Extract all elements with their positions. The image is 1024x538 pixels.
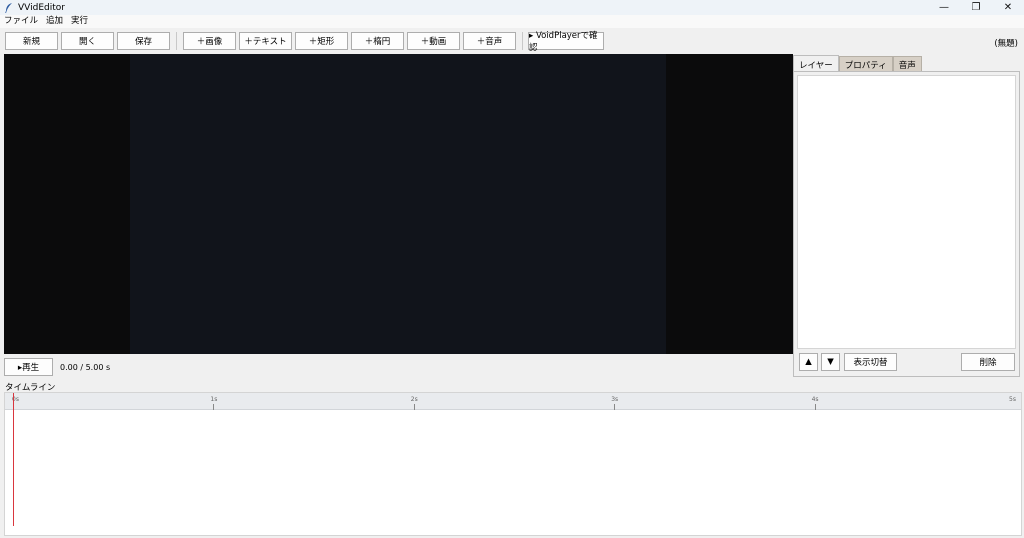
timeline-tick-label: 5s (1009, 396, 1016, 403)
toolbar-separator (176, 32, 177, 50)
layer-list[interactable] (797, 75, 1016, 349)
video-canvas[interactable] (130, 54, 666, 354)
minimize-button[interactable]: — (928, 0, 960, 15)
add-ellipse-button[interactable]: ＋楕円 (351, 32, 404, 50)
add-video-button[interactable]: ＋動画 (407, 32, 460, 50)
save-button[interactable]: 保存 (117, 32, 170, 50)
timeline-tick-mark (814, 404, 816, 410)
toolbar-separator (522, 32, 523, 50)
new-button[interactable]: 新規 (5, 32, 58, 50)
add-audio-button[interactable]: ＋音声 (463, 32, 516, 50)
move-down-button[interactable]: ▼ (821, 353, 840, 371)
play-button[interactable]: ▸再生 (4, 358, 53, 376)
add-text-button[interactable]: ＋テキスト (239, 32, 292, 50)
title-bar: VVidEditor — ❐ ✕ (0, 0, 1024, 15)
side-panel: レイヤー プロパティ 音声 ▲ ▼ 表示切替 削除 (793, 54, 1021, 378)
toolbar: 新規 開く 保存 ＋画像 ＋テキスト ＋矩形 ＋楕円 ＋動画 ＋音声 ▸ Voi… (0, 28, 1024, 54)
timeline-tick-mark (213, 404, 215, 410)
menu-add[interactable]: 追加 (42, 15, 67, 28)
delete-button[interactable]: 削除 (961, 353, 1015, 371)
menu-bar: ファイル 追加 実行 (0, 15, 1024, 28)
add-rect-button[interactable]: ＋矩形 (295, 32, 348, 50)
preview-area[interactable] (4, 54, 793, 354)
playback-bar: ▸再生 0.00 / 5.00 s (0, 356, 793, 378)
playhead[interactable] (13, 393, 14, 526)
timeline[interactable]: 0s 1s 2s 3s 4s 5s (4, 392, 1022, 536)
time-display: 0.00 / 5.00 s (60, 363, 111, 372)
timeline-tick-label: 1s (210, 396, 218, 403)
timeline-tick-mark (413, 404, 415, 410)
add-image-button[interactable]: ＋画像 (183, 32, 236, 50)
feather-icon (3, 2, 15, 14)
timeline-tick-label: 2s (410, 396, 418, 403)
voidplayer-preview-button[interactable]: ▸ VoidPlayerで確認 (528, 31, 604, 53)
restore-button[interactable]: ❐ (960, 0, 992, 15)
timeline-tick-label: 4s (811, 396, 819, 403)
timeline-tick-mark (614, 404, 616, 410)
open-button[interactable]: 開く (61, 32, 114, 50)
close-button[interactable]: ✕ (992, 0, 1024, 15)
timeline-tick-label: 3s (611, 396, 619, 403)
toggle-visibility-button[interactable]: 表示切替 (844, 353, 897, 371)
timeline-ruler[interactable]: 0s 1s 2s 3s 4s 5s (5, 393, 1021, 410)
menu-run[interactable]: 実行 (67, 15, 92, 28)
window-title: VVidEditor (18, 2, 65, 13)
move-up-button[interactable]: ▲ (799, 353, 818, 371)
layers-panel: ▲ ▼ 表示切替 削除 (793, 71, 1020, 377)
menu-file[interactable]: ファイル (0, 15, 42, 28)
document-title: (無題) (994, 39, 1018, 49)
